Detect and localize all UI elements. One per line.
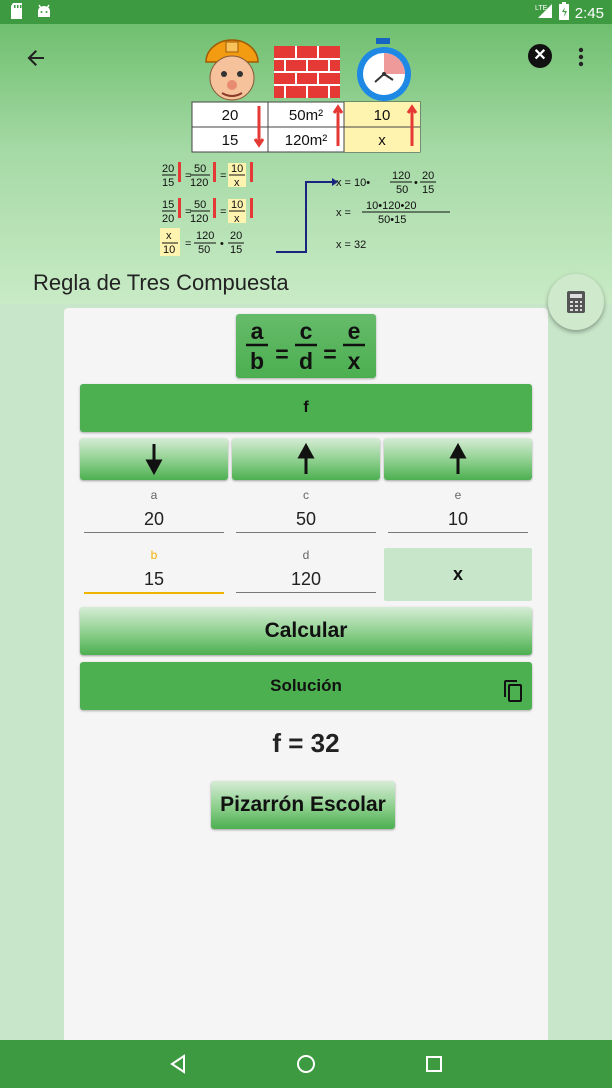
calculator-icon: [567, 291, 585, 313]
field-a-input[interactable]: 20: [84, 506, 224, 533]
svg-text:120: 120: [190, 213, 208, 225]
pizarron-escolar-button[interactable]: Pizarrón Escolar: [211, 781, 395, 829]
worker-icon: [205, 39, 259, 101]
arrow-back-icon: [27, 50, 44, 66]
svg-text:50•15: 50•15: [378, 214, 406, 226]
field-d-input[interactable]: 120: [236, 566, 376, 593]
formula-c: c: [300, 318, 313, 344]
svg-text:10: 10: [231, 163, 243, 175]
svg-text:•: •: [220, 238, 224, 250]
close-icon: ✕: [533, 47, 547, 64]
svg-text:120: 120: [392, 170, 410, 182]
svg-text:=: =: [275, 341, 288, 367]
svg-text:x: x: [166, 230, 172, 242]
solucion-label: Solución: [270, 676, 342, 695]
nav-home-icon[interactable]: [296, 1054, 316, 1074]
svg-text:20: 20: [162, 213, 174, 225]
svg-text:=: =: [185, 238, 191, 250]
formula-b: b: [250, 348, 264, 374]
calculator-button[interactable]: [548, 274, 604, 330]
field-e-label: e: [454, 488, 462, 502]
battery-icon: [558, 2, 569, 24]
svg-text:20: 20: [222, 107, 239, 124]
nav-back-icon[interactable]: [168, 1054, 188, 1074]
page-title: Regla de Tres Compuesta: [33, 270, 289, 295]
back-button[interactable]: [22, 44, 50, 72]
svg-text:50: 50: [194, 199, 206, 211]
direction-toggle-a[interactable]: [80, 438, 228, 480]
svg-text:x = 10•: x = 10•: [336, 177, 370, 189]
direction-toggle-c[interactable]: [232, 438, 380, 480]
svg-text:x: x: [234, 177, 240, 189]
formula-a: a: [251, 318, 264, 344]
svg-text:50: 50: [194, 163, 206, 175]
svg-text:x =: x =: [336, 207, 351, 219]
svg-text:120: 120: [190, 177, 208, 189]
svg-text:10: 10: [163, 244, 175, 256]
copy-icon[interactable]: [502, 674, 524, 722]
svg-text:x: x: [234, 213, 240, 225]
svg-text:•: •: [414, 177, 418, 189]
svg-text:50: 50: [198, 244, 210, 256]
clock: 2:45: [574, 4, 604, 22]
field-d-label: d: [302, 548, 310, 562]
android-icon: [36, 3, 52, 24]
sd-card-icon: [10, 3, 24, 24]
solucion-button[interactable]: Solución: [80, 662, 532, 710]
field-e-input[interactable]: 10: [388, 506, 528, 533]
svg-text:20: 20: [230, 230, 242, 242]
formula-e: e: [348, 318, 361, 344]
app-header: 20 50m² 10 15 120m² x 20 15 = 50 120 = 10 x…: [0, 24, 612, 304]
formula-x: x: [348, 348, 361, 374]
formula-display: a b = c d = e x: [236, 314, 376, 378]
field-c-label: c: [303, 488, 309, 502]
formula-d: d: [299, 348, 313, 374]
svg-text:15: 15: [162, 177, 174, 189]
navigation-bar: [0, 1040, 612, 1088]
svg-text:=: =: [220, 170, 226, 182]
svg-text:15: 15: [422, 184, 434, 196]
status-bar: LTE 2:45: [0, 0, 612, 24]
svg-text:120: 120: [196, 230, 214, 242]
nav-recents-icon[interactable]: [424, 1054, 444, 1074]
more-vert-icon: [578, 47, 584, 67]
svg-text:=: =: [220, 206, 226, 218]
svg-text:20: 20: [422, 170, 434, 182]
svg-text:x: x: [378, 132, 386, 149]
calcular-button[interactable]: Calcular: [80, 607, 532, 655]
signal-icon: LTE: [535, 3, 553, 23]
direction-toggle-e[interactable]: [384, 438, 532, 480]
brick-wall-icon: [274, 46, 340, 98]
stopwatch-icon: [357, 38, 411, 101]
arrow-up-icon: [297, 442, 315, 474]
svg-text:10•120•20: 10•120•20: [366, 200, 417, 212]
field-a-label: a: [150, 488, 158, 502]
field-c-input[interactable]: 50: [236, 506, 376, 533]
svg-text:15: 15: [162, 199, 174, 211]
arrow-up-icon: [449, 442, 467, 474]
svg-text:x = 32: x = 32: [336, 239, 366, 251]
field-b-label: b: [150, 548, 158, 562]
close-ad-button[interactable]: ✕: [528, 44, 552, 68]
arrow-down-icon: [145, 444, 163, 476]
result-text: f = 32: [272, 728, 340, 758]
svg-text:10: 10: [231, 199, 243, 211]
svg-text:50: 50: [396, 184, 408, 196]
svg-text:=: =: [323, 341, 336, 367]
main-card: a b = c d = e x f a 20 c 50 e 10 b 15 d …: [64, 308, 548, 1040]
svg-text:20: 20: [162, 163, 174, 175]
banner-illustration: 20 50m² 10 15 120m² x 20 15 = 50 120 = 10 x…: [160, 38, 450, 256]
svg-text:15: 15: [222, 132, 239, 149]
svg-text:120m²: 120m²: [285, 132, 328, 149]
more-options-button[interactable]: [572, 44, 590, 70]
field-b-input[interactable]: 15: [84, 566, 224, 594]
svg-text:50m²: 50m²: [289, 107, 323, 124]
variable-name-button[interactable]: f: [80, 384, 532, 432]
svg-text:15: 15: [230, 244, 242, 256]
svg-text:10: 10: [374, 107, 391, 124]
unknown-x-field[interactable]: x: [384, 548, 532, 601]
